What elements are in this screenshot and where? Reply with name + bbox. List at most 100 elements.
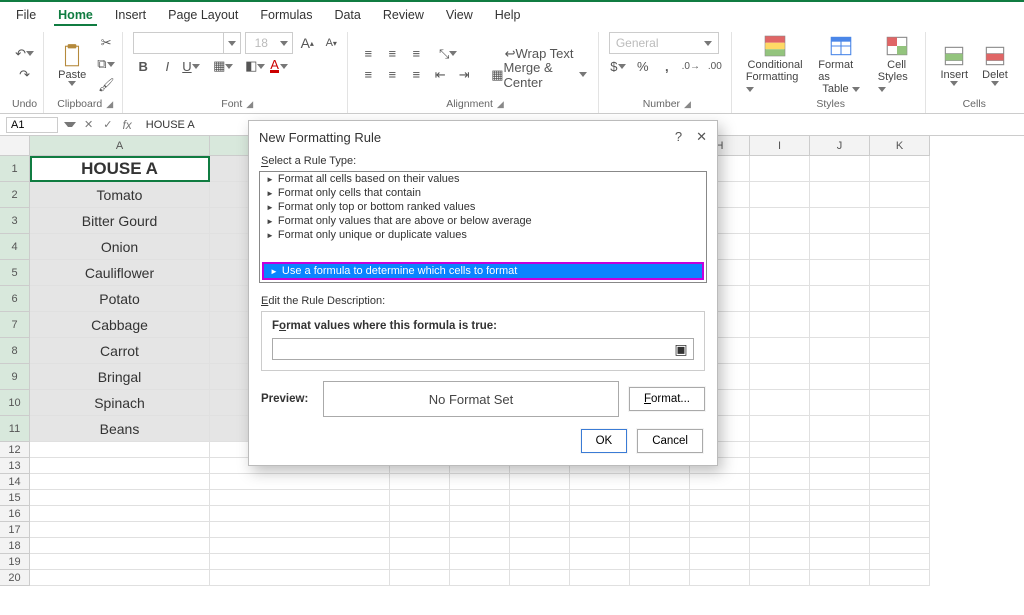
bold-button[interactable]: B: [133, 57, 153, 75]
increase-font-button[interactable]: A▴: [297, 34, 317, 52]
cell[interactable]: [510, 538, 570, 554]
cell[interactable]: [870, 260, 930, 286]
font-size-selector[interactable]: 18: [245, 32, 293, 54]
rule-type-item-selected[interactable]: ►Use a formula to determine which cells …: [262, 262, 704, 280]
cell[interactable]: [630, 490, 690, 506]
close-icon[interactable]: ✕: [696, 129, 707, 145]
cell[interactable]: [210, 490, 390, 506]
align-middle-button[interactable]: ≡: [382, 45, 402, 63]
cell[interactable]: Onion: [30, 234, 210, 260]
cell[interactable]: [810, 554, 870, 570]
cell[interactable]: [30, 474, 210, 490]
cell[interactable]: [510, 474, 570, 490]
cell[interactable]: [510, 570, 570, 586]
cell[interactable]: [690, 570, 750, 586]
row-header[interactable]: 19: [0, 554, 30, 570]
cell[interactable]: Cabbage: [30, 312, 210, 338]
format-as-table-button[interactable]: Format as Table: [814, 33, 867, 95]
row-header[interactable]: 1: [0, 156, 30, 182]
cell[interactable]: [570, 554, 630, 570]
menu-formulas[interactable]: Formulas: [256, 6, 316, 26]
row-header[interactable]: 8: [0, 338, 30, 364]
cell[interactable]: [510, 490, 570, 506]
cell[interactable]: [750, 208, 810, 234]
cell[interactable]: [450, 490, 510, 506]
row-header[interactable]: 13: [0, 458, 30, 474]
cell[interactable]: [810, 208, 870, 234]
cell[interactable]: [390, 554, 450, 570]
cell[interactable]: [750, 286, 810, 312]
cell[interactable]: [570, 538, 630, 554]
cell[interactable]: [870, 522, 930, 538]
cell[interactable]: [570, 522, 630, 538]
cell[interactable]: [690, 522, 750, 538]
cell[interactable]: [30, 458, 210, 474]
row-header[interactable]: 16: [0, 506, 30, 522]
rule-type-item[interactable]: ►Format only values that are above or be…: [260, 214, 706, 228]
increase-indent-button[interactable]: ⇥: [454, 66, 474, 84]
cell[interactable]: [870, 312, 930, 338]
cell[interactable]: [810, 390, 870, 416]
fill-color-button[interactable]: ◧: [245, 57, 265, 75]
rule-type-item[interactable]: ►Format only unique or duplicate values: [260, 228, 706, 242]
cancel-formula-icon[interactable]: ✕: [82, 118, 95, 131]
cell[interactable]: [30, 490, 210, 506]
cell[interactable]: [870, 442, 930, 458]
cell[interactable]: [750, 312, 810, 338]
ok-button[interactable]: OK: [581, 429, 628, 453]
merge-center-button[interactable]: ▦ Merge & Center: [486, 66, 592, 84]
cell[interactable]: [30, 442, 210, 458]
cell[interactable]: [690, 490, 750, 506]
cell[interactable]: [630, 570, 690, 586]
cell[interactable]: [210, 538, 390, 554]
cell[interactable]: [870, 538, 930, 554]
cell[interactable]: [810, 416, 870, 442]
format-button[interactable]: Format...: [629, 387, 705, 411]
column-header[interactable]: J: [810, 136, 870, 156]
cell[interactable]: [630, 506, 690, 522]
align-top-button[interactable]: ≡: [358, 45, 378, 63]
cell[interactable]: [570, 506, 630, 522]
cell[interactable]: [210, 570, 390, 586]
align-center-button[interactable]: ≡: [382, 66, 402, 84]
cell[interactable]: [30, 522, 210, 538]
cell[interactable]: [570, 490, 630, 506]
cell[interactable]: [750, 474, 810, 490]
row-header[interactable]: 7: [0, 312, 30, 338]
cell[interactable]: [510, 522, 570, 538]
cell[interactable]: [30, 570, 210, 586]
cell[interactable]: [450, 538, 510, 554]
cell[interactable]: [750, 416, 810, 442]
cell[interactable]: [210, 554, 390, 570]
cell[interactable]: [690, 554, 750, 570]
accounting-format-button[interactable]: $: [609, 57, 629, 75]
cell[interactable]: [750, 390, 810, 416]
cell[interactable]: [810, 234, 870, 260]
cell[interactable]: [390, 474, 450, 490]
column-header[interactable]: A: [30, 136, 210, 156]
cell[interactable]: [750, 260, 810, 286]
cell-styles-button[interactable]: Cell Styles: [874, 33, 920, 95]
decrease-indent-button[interactable]: ⇤: [430, 66, 450, 84]
align-bottom-button[interactable]: ≡: [406, 45, 426, 63]
cell[interactable]: [810, 364, 870, 390]
cell[interactable]: [750, 554, 810, 570]
cell[interactable]: [870, 490, 930, 506]
cell[interactable]: [810, 522, 870, 538]
cell[interactable]: [810, 570, 870, 586]
cell[interactable]: [810, 538, 870, 554]
cell[interactable]: Bitter Gourd: [30, 208, 210, 234]
copy-button[interactable]: ⧉: [96, 55, 116, 73]
cell[interactable]: Potato: [30, 286, 210, 312]
cell[interactable]: [30, 554, 210, 570]
align-right-button[interactable]: ≡: [406, 66, 426, 84]
cell[interactable]: [450, 522, 510, 538]
redo-button[interactable]: ↷: [15, 66, 35, 84]
undo-button[interactable]: ↶: [15, 45, 35, 63]
cell[interactable]: Beans: [30, 416, 210, 442]
cell[interactable]: [750, 442, 810, 458]
cell[interactable]: [750, 522, 810, 538]
row-header[interactable]: 15: [0, 490, 30, 506]
cell[interactable]: Carrot: [30, 338, 210, 364]
format-painter-button[interactable]: 🖌: [96, 76, 116, 94]
